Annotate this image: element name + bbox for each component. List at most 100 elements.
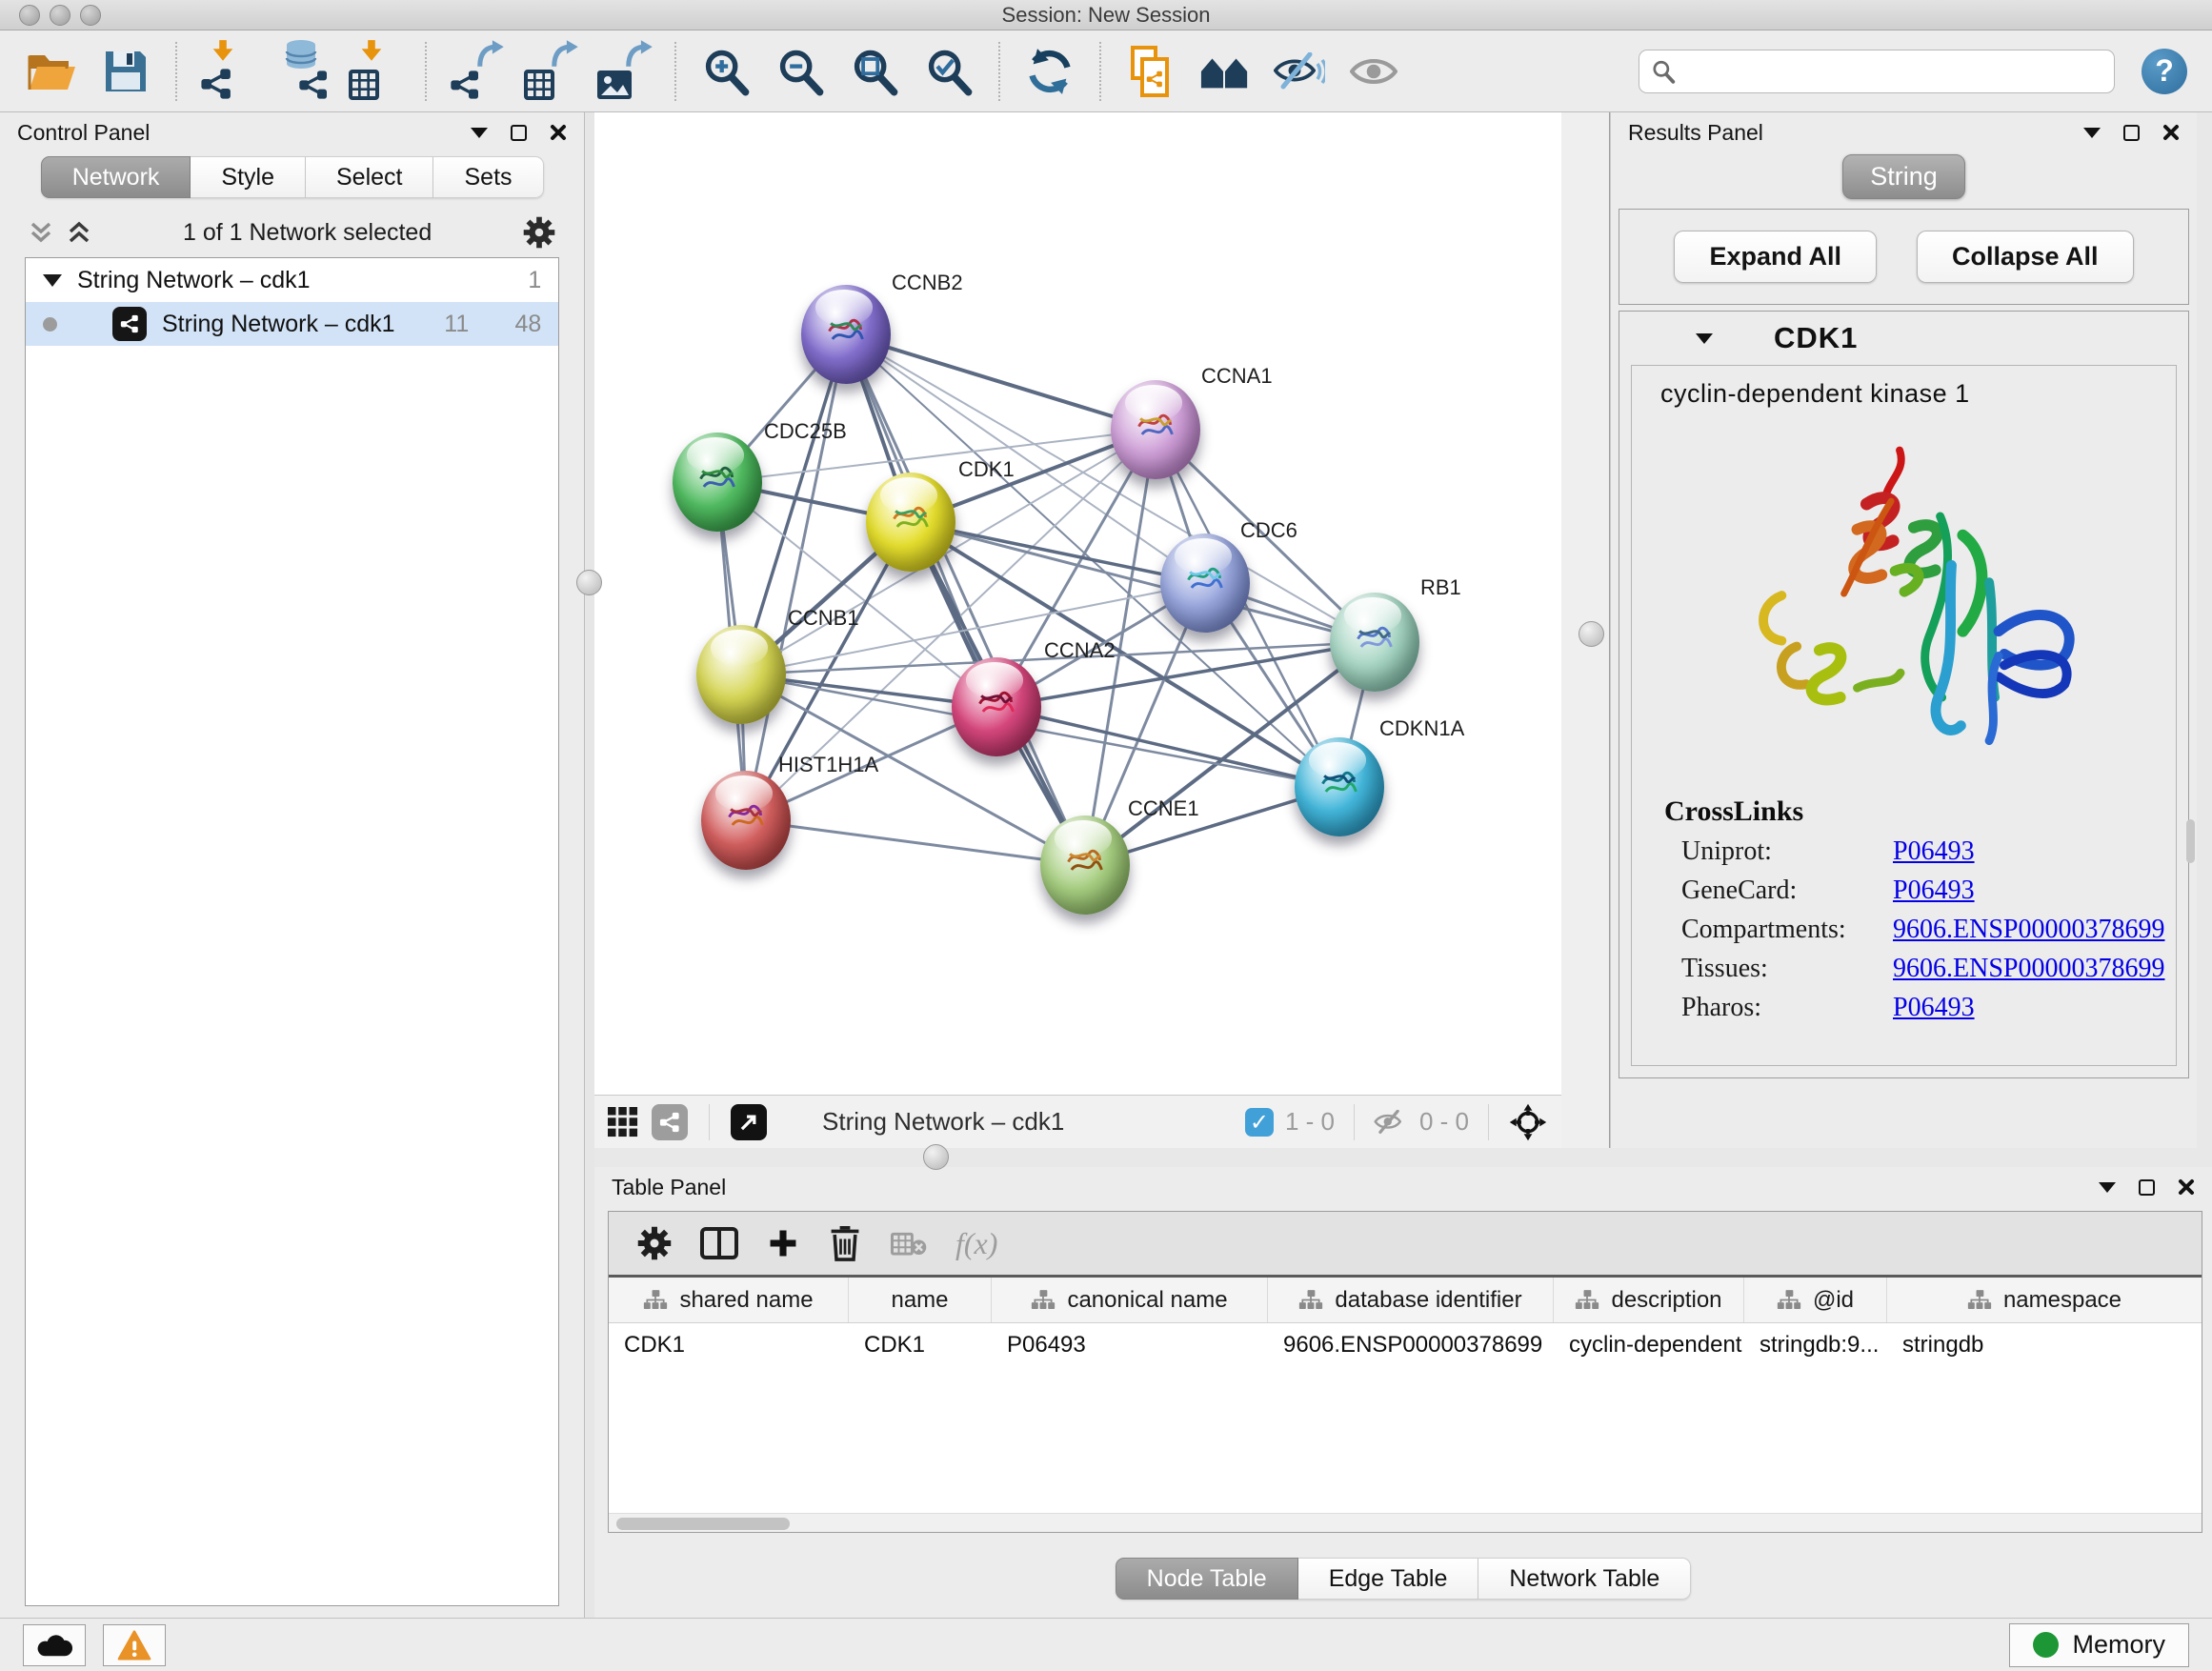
table-options-gear-icon[interactable] bbox=[637, 1226, 672, 1260]
network-canvas[interactable]: CCNB2CCNA1CDC25BCDK1CDC6RB1CCNB1CCNA2CDK… bbox=[594, 112, 1561, 1095]
edge-CCNA2-CDKN1A[interactable] bbox=[996, 707, 1339, 787]
table-panel-splitter[interactable] bbox=[594, 1148, 2212, 1167]
panel-close-icon[interactable] bbox=[550, 124, 567, 141]
tab-string[interactable]: String bbox=[1842, 154, 1965, 199]
panel-menu-icon[interactable] bbox=[2099, 1182, 2116, 1193]
create-column-icon[interactable] bbox=[767, 1227, 799, 1259]
node-CDC25B[interactable] bbox=[673, 433, 762, 532]
tree-expand-icon[interactable] bbox=[43, 274, 62, 287]
tab-select[interactable]: Select bbox=[306, 156, 433, 198]
function-builder-icon[interactable]: f(x) bbox=[955, 1226, 997, 1261]
zoom-selected-button[interactable] bbox=[915, 38, 983, 105]
collapse-entry-icon[interactable] bbox=[1696, 333, 1713, 344]
scrollbar-thumb[interactable] bbox=[616, 1518, 790, 1530]
edge-CCNB2-HIST1H1A[interactable] bbox=[746, 334, 846, 820]
cloud-status-button[interactable] bbox=[23, 1624, 86, 1666]
export-image-button[interactable] bbox=[591, 38, 659, 105]
close-window-button[interactable] bbox=[19, 5, 40, 26]
genecard-link[interactable]: P06493 bbox=[1893, 876, 1975, 906]
panel-float-icon[interactable] bbox=[511, 125, 527, 141]
import-table-from-file-button[interactable] bbox=[341, 38, 410, 105]
tab-node-table[interactable]: Node Table bbox=[1116, 1558, 1298, 1600]
node-CDKN1A[interactable] bbox=[1295, 737, 1384, 836]
edge-CCNB2-CCNE1[interactable] bbox=[846, 334, 1085, 865]
column-header-namespace[interactable]: namespace bbox=[1887, 1278, 2202, 1322]
column-header-name[interactable]: name bbox=[849, 1278, 992, 1322]
delete-table-icon[interactable] bbox=[891, 1229, 927, 1258]
zoom-fit-button[interactable] bbox=[840, 38, 909, 105]
column-header-shared-name[interactable]: shared name bbox=[609, 1278, 849, 1322]
zoom-out-button[interactable] bbox=[766, 38, 835, 105]
detach-view-icon[interactable] bbox=[731, 1104, 767, 1140]
collapse-all-button[interactable]: Collapse All bbox=[1917, 231, 2134, 283]
tab-network[interactable]: Network bbox=[41, 156, 191, 198]
node-CDC6[interactable] bbox=[1160, 534, 1250, 633]
panel-menu-icon[interactable] bbox=[471, 128, 488, 138]
global-search-field[interactable] bbox=[1639, 50, 2115, 93]
node-CCNA1[interactable] bbox=[1111, 380, 1200, 479]
panel-float-icon[interactable] bbox=[2123, 125, 2140, 141]
hide-selection-button[interactable] bbox=[1265, 38, 1334, 105]
edge-CCNB2-CCNA1[interactable] bbox=[846, 334, 1156, 430]
panel-close-icon[interactable] bbox=[2178, 1178, 2195, 1196]
compartments-link[interactable]: 9606.ENSP00000378699 bbox=[1893, 915, 2164, 945]
network-row[interactable]: String Network – cdk1 11 48 bbox=[26, 302, 558, 346]
minimize-window-button[interactable] bbox=[50, 5, 70, 26]
delete-columns-icon[interactable] bbox=[828, 1223, 862, 1263]
birdseye-navigator-icon[interactable] bbox=[1508, 1102, 1548, 1142]
results-panel-splitter[interactable] bbox=[1561, 112, 1610, 1148]
memory-button[interactable]: Memory bbox=[2009, 1623, 2189, 1667]
network-options-gear-icon[interactable] bbox=[523, 216, 555, 249]
column-header-database-identifier[interactable]: database identifier bbox=[1268, 1278, 1554, 1322]
zoom-in-button[interactable] bbox=[692, 38, 760, 105]
splitter-handle[interactable] bbox=[923, 1144, 949, 1170]
tab-style[interactable]: Style bbox=[191, 156, 306, 198]
expand-all-button[interactable]: Expand All bbox=[1674, 231, 1877, 283]
first-neighbors-button[interactable] bbox=[1191, 38, 1259, 105]
panel-menu-icon[interactable] bbox=[2083, 128, 2101, 138]
node-CCNB2[interactable] bbox=[801, 285, 891, 384]
table-horizontal-scrollbar[interactable] bbox=[609, 1513, 2202, 1532]
node-HIST1H1A[interactable] bbox=[701, 771, 791, 870]
expand-all-networks-icon[interactable] bbox=[67, 221, 91, 244]
node-CCNA2[interactable] bbox=[952, 657, 1041, 756]
collapse-all-networks-icon[interactable] bbox=[29, 221, 53, 244]
export-table-button[interactable] bbox=[516, 38, 585, 105]
import-network-from-file-button[interactable] bbox=[192, 38, 261, 105]
warnings-button[interactable] bbox=[103, 1624, 166, 1666]
results-scrollbar[interactable] bbox=[2186, 819, 2195, 863]
table-row[interactable]: CDK1 CDK1 P06493 9606.ENSP00000378699 cy… bbox=[609, 1323, 2202, 1367]
tab-network-table[interactable]: Network Table bbox=[1478, 1558, 1691, 1600]
edge-HIST1H1A-CCNE1[interactable] bbox=[746, 820, 1085, 865]
zoom-window-button[interactable] bbox=[80, 5, 101, 26]
column-header-canonical-name[interactable]: canonical name bbox=[992, 1278, 1268, 1322]
open-session-button[interactable] bbox=[17, 38, 86, 105]
control-panel-splitter[interactable] bbox=[585, 112, 594, 1618]
tissues-link[interactable]: 9606.ENSP00000378699 bbox=[1893, 954, 2164, 984]
pharos-link[interactable]: P06493 bbox=[1893, 993, 1975, 1023]
help-button[interactable]: ? bbox=[2142, 49, 2187, 94]
import-network-from-database-button[interactable] bbox=[267, 38, 335, 105]
panel-float-icon[interactable] bbox=[2139, 1179, 2155, 1196]
grid-mode-icon[interactable] bbox=[608, 1107, 638, 1137]
selected-checkbox-icon[interactable]: ✓ bbox=[1245, 1108, 1274, 1137]
column-header-id[interactable]: @id bbox=[1744, 1278, 1887, 1322]
network-collection-row[interactable]: String Network – cdk1 1 bbox=[26, 258, 558, 302]
select-columns-icon[interactable] bbox=[700, 1227, 738, 1259]
node-CDK1[interactable] bbox=[866, 473, 955, 572]
tab-edge-table[interactable]: Edge Table bbox=[1298, 1558, 1479, 1600]
tab-sets[interactable]: Sets bbox=[433, 156, 543, 198]
search-input[interactable] bbox=[1685, 58, 2102, 85]
new-network-from-selection-button[interactable] bbox=[1116, 38, 1185, 105]
node-CCNE1[interactable] bbox=[1040, 815, 1130, 915]
panel-close-icon[interactable] bbox=[2162, 124, 2180, 141]
splitter-handle[interactable] bbox=[1579, 621, 1604, 647]
column-header-description[interactable]: description bbox=[1554, 1278, 1744, 1322]
uniprot-link[interactable]: P06493 bbox=[1893, 836, 1975, 867]
node-RB1[interactable] bbox=[1330, 593, 1419, 692]
node-CCNB1[interactable] bbox=[696, 625, 786, 724]
save-session-button[interactable] bbox=[91, 38, 160, 105]
export-network-button[interactable] bbox=[442, 38, 511, 105]
network-mode-icon[interactable] bbox=[652, 1104, 688, 1140]
show-all-hidden-button[interactable] bbox=[1339, 38, 1408, 105]
